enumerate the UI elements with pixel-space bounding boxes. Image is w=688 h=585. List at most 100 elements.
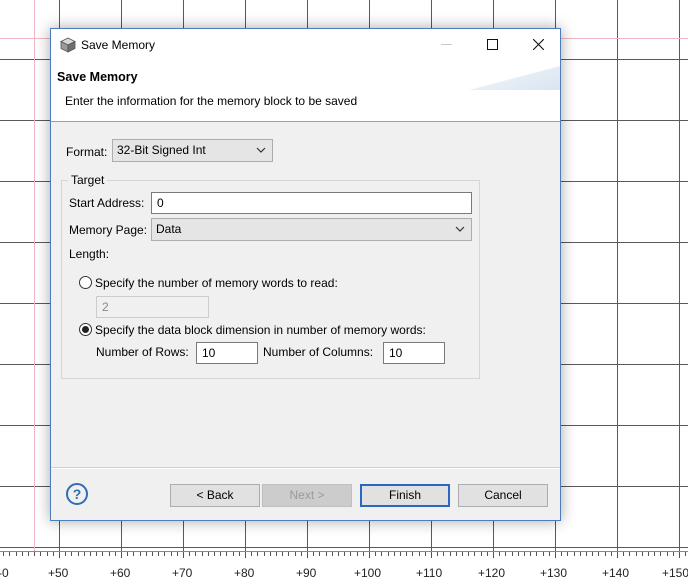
cancel-button[interactable]: Cancel xyxy=(458,484,548,507)
ruler-tick xyxy=(176,552,178,556)
ruler-tick xyxy=(40,552,42,556)
ruler-tick xyxy=(201,552,203,556)
maximize-icon xyxy=(487,39,498,50)
ruler-label: +50 xyxy=(48,566,69,580)
ruler-tick xyxy=(648,552,649,556)
ruler-tick xyxy=(220,552,222,556)
columns-label: Number of Columns: xyxy=(263,345,374,359)
close-button[interactable] xyxy=(515,29,561,59)
length-label: Length: xyxy=(69,247,110,261)
ruler-label: +140 xyxy=(602,566,630,580)
ruler-tick xyxy=(108,552,110,556)
footer-separator-highlight xyxy=(51,468,560,469)
ruler-tick xyxy=(152,552,153,556)
ruler-label: +100 xyxy=(354,566,382,580)
ruler-tick xyxy=(629,552,631,556)
ruler-tick xyxy=(21,552,23,556)
ruler-tick xyxy=(530,552,532,556)
ruler-tick xyxy=(449,552,451,556)
ruler-tick xyxy=(158,552,160,556)
ruler-tick xyxy=(623,552,625,556)
ruler-tick xyxy=(499,552,501,556)
ruler-tick xyxy=(579,552,581,556)
chevron-down-icon xyxy=(256,147,266,153)
ruler-tick xyxy=(288,552,290,556)
next-button[interactable]: Next > xyxy=(262,484,352,507)
ruler-tick xyxy=(412,552,414,556)
block-radio-label[interactable]: Specify the data block dimension in numb… xyxy=(95,323,426,337)
ruler-tick xyxy=(604,552,606,556)
minimize-button[interactable] xyxy=(423,29,469,59)
ruler-tick xyxy=(387,552,389,556)
ruler-tick xyxy=(666,552,668,556)
ruler-tick xyxy=(350,552,352,556)
words-radio-label[interactable]: Specify the number of memory words to re… xyxy=(95,276,338,290)
window-title: Save Memory xyxy=(81,38,156,52)
ruler-tick xyxy=(641,552,643,556)
target-group-title: Target xyxy=(68,173,108,187)
ruler-tick xyxy=(573,552,575,556)
ruler-tick xyxy=(59,552,60,558)
header-banner-graphic xyxy=(469,66,560,90)
horizontal-ruler: -0 +50 +60 +70 +80 +90 +100 +110 +120 +1… xyxy=(0,551,688,585)
ruler-tick xyxy=(344,552,346,556)
page-title: Save Memory xyxy=(57,70,138,84)
ruler-tick xyxy=(183,552,184,558)
ruler-tick xyxy=(257,552,259,556)
block-radio[interactable] xyxy=(79,323,92,336)
ruler-tick xyxy=(375,552,377,556)
app-icon xyxy=(60,37,76,53)
columns-input[interactable]: 10 xyxy=(383,342,445,364)
ruler-tick xyxy=(480,552,482,556)
ruler-tick xyxy=(133,552,135,556)
start-address-input[interactable]: 0 xyxy=(151,192,472,214)
ruler-tick xyxy=(114,552,116,556)
minimize-icon xyxy=(441,44,452,45)
page-description: Enter the information for the memory blo… xyxy=(65,94,358,108)
ruler-tick xyxy=(65,552,67,556)
ruler-tick xyxy=(567,552,569,556)
start-address-label: Start Address: xyxy=(69,196,145,210)
ruler-tick xyxy=(548,552,550,556)
ruler-tick xyxy=(189,552,191,556)
memory-page-select[interactable]: Data xyxy=(151,218,472,241)
wizard-header: Save Memory Enter the information for th… xyxy=(51,60,560,122)
ruler-tick xyxy=(195,552,197,556)
ruler-tick xyxy=(207,552,209,556)
ruler-label: +120 xyxy=(478,566,506,580)
rows-input[interactable]: 10 xyxy=(196,342,258,364)
memory-page-label: Memory Page: xyxy=(69,223,148,237)
ruler-tick xyxy=(245,552,246,558)
ruler-tick xyxy=(393,552,395,556)
ruler-tick xyxy=(226,552,228,556)
help-icon[interactable]: ? xyxy=(66,483,88,505)
maximize-button[interactable] xyxy=(469,29,515,59)
ruler-tick xyxy=(400,552,401,556)
words-radio[interactable] xyxy=(79,276,92,289)
ruler-tick xyxy=(127,552,129,556)
ruler-tick xyxy=(15,552,17,556)
ruler-tick xyxy=(610,552,612,556)
ruler-tick xyxy=(598,552,600,556)
ruler-tick xyxy=(145,552,147,556)
ruler-tick xyxy=(294,552,296,556)
ruler-tick xyxy=(685,552,687,556)
format-select[interactable]: 32-Bit Signed Int xyxy=(112,139,273,162)
ruler-tick xyxy=(660,552,662,556)
ruler-tick xyxy=(269,552,271,556)
format-select-value: 32-Bit Signed Int xyxy=(117,143,206,157)
ruler-tick xyxy=(77,552,79,556)
finish-button[interactable]: Finish xyxy=(360,484,450,507)
ruler-tick xyxy=(424,552,426,556)
title-bar[interactable]: Save Memory xyxy=(51,29,560,60)
back-button[interactable]: < Back xyxy=(170,484,260,507)
words-count-input[interactable]: 2 xyxy=(96,296,209,318)
ruler-tick xyxy=(505,552,507,556)
ruler-tick xyxy=(164,552,166,556)
ruler-tick xyxy=(586,552,587,556)
ruler-tick xyxy=(300,552,302,556)
ruler-tick xyxy=(592,552,594,556)
ruler-tick xyxy=(517,552,519,556)
ruler-tick xyxy=(462,552,463,556)
ruler-tick xyxy=(679,552,680,558)
